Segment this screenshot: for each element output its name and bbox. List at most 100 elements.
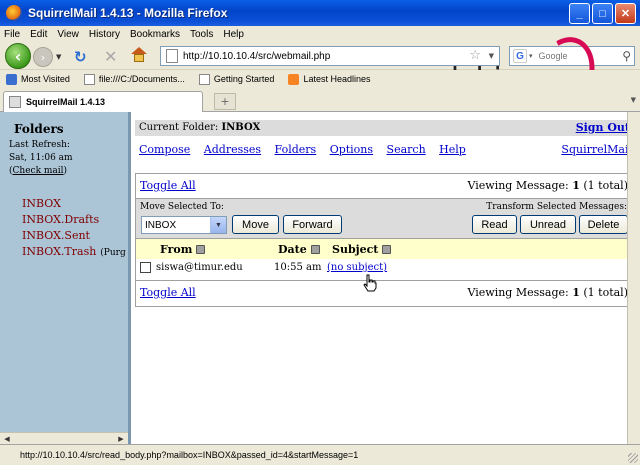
last-refresh-time: Sat, 11:06 am <box>9 153 73 163</box>
history-dropdown-icon[interactable]: ▼ <box>56 53 61 61</box>
menu-edit[interactable]: Edit <box>30 29 47 40</box>
folders-heading: Folders <box>14 122 64 136</box>
resize-grip-icon[interactable] <box>628 453 638 463</box>
viewing-message: Viewing Message: 1 (1 total) <box>467 179 629 192</box>
menu-bookmarks[interactable]: Bookmarks <box>130 29 180 40</box>
folder-sent[interactable]: INBOX.Sent <box>22 228 126 244</box>
message-date: 10:55 am <box>274 262 322 273</box>
toggle-all-link[interactable]: Toggle All <box>140 286 196 299</box>
move-button[interactable]: Move <box>232 215 279 234</box>
folder-inbox[interactable]: INBOX <box>22 196 126 212</box>
subject-column-header[interactable]: Subject <box>332 243 392 256</box>
sign-out-link[interactable]: Sign Out <box>576 121 630 134</box>
page-scrollbar[interactable] <box>627 112 640 444</box>
current-folder-label: Current Folder: <box>139 122 219 133</box>
window-controls: _ □ ✕ <box>569 3 636 24</box>
purge-link[interactable]: (Purg <box>100 248 125 258</box>
squirrelmail-link[interactable]: SquirrelMail <box>561 143 632 156</box>
new-tab-button[interactable]: + <box>214 93 236 110</box>
message-subject-link[interactable]: (no subject) <box>327 262 387 273</box>
menu-bar: File Edit View History Bookmarks Tools H… <box>0 26 640 42</box>
check-mail-wrap: (Check mail) <box>9 166 68 176</box>
bookmark-most-visited[interactable]: Most Visited <box>6 73 70 85</box>
delete-button[interactable]: Delete <box>579 215 628 234</box>
compose-link[interactable]: Compose <box>139 143 190 156</box>
reload-icon[interactable]: ↻ <box>74 48 87 66</box>
page-content: Folders Last Refresh: Sat, 11:06 am (Che… <box>0 112 640 444</box>
select-dropdown-icon[interactable]: ▼ <box>210 217 226 233</box>
menu-history[interactable]: History <box>89 29 120 40</box>
sort-icon[interactable] <box>310 245 320 254</box>
search-link[interactable]: Search <box>387 143 426 156</box>
menu-file[interactable]: File <box>4 29 20 40</box>
mark-read-button[interactable]: Read <box>472 215 517 234</box>
current-folder: Current Folder: INBOX <box>139 122 260 133</box>
menu-help[interactable]: Help <box>223 29 244 40</box>
scroll-right-icon[interactable]: ▶ <box>115 434 127 444</box>
window-title: SquirrelMail 1.4.13 - Mozilla Firefox <box>28 6 228 20</box>
from-column-header[interactable]: From <box>160 243 206 256</box>
folder-trash-row: INBOX.Trash (Purg <box>22 244 126 261</box>
message-checkbox[interactable] <box>140 262 151 273</box>
close-button[interactable]: ✕ <box>615 3 636 24</box>
toggle-row-top: Toggle All Viewing Message: 1 (1 total) <box>136 174 631 199</box>
list-tabs-dropdown-icon[interactable]: ▼ <box>631 96 636 104</box>
bookmark-label: Most Visited <box>21 74 70 84</box>
last-refresh: Last Refresh: Sat, 11:06 am (Check mail) <box>9 139 73 178</box>
bookmark-latest-headlines[interactable]: Latest Headlines <box>288 73 371 85</box>
folders-link[interactable]: Folders <box>275 143 317 156</box>
message-from: siswa@timur.edu <box>156 262 243 273</box>
status-text: http://10.10.10.4/src/read_body.php?mail… <box>20 450 359 460</box>
site-icon <box>166 49 178 63</box>
menu-tools[interactable]: Tools <box>190 29 213 40</box>
url-dropdown-icon[interactable]: ▼ <box>489 52 494 60</box>
scroll-left-icon[interactable]: ◀ <box>1 434 13 444</box>
search-engine-dropdown-icon[interactable]: ▾ <box>529 52 533 60</box>
table-row: siswa@timur.edu 10:55 am (no subject) <box>136 259 631 277</box>
url-text: http://10.10.10.4/src/webmail.php <box>183 50 331 62</box>
bookmark-label: file:///C:/Documents... <box>98 74 185 84</box>
help-link[interactable]: Help <box>439 143 466 156</box>
tab-label: SquirrelMail 1.4.13 <box>26 97 106 107</box>
forward-arrow-icon: › <box>40 50 46 64</box>
forward-message-button[interactable]: Forward <box>283 215 342 234</box>
bookmark-file[interactable]: file:///C:/Documents... <box>83 73 185 85</box>
message-list: Toggle All Viewing Message: 1 (1 total) … <box>135 173 632 307</box>
hand-cursor-icon <box>363 274 377 292</box>
current-folder-bar: Current Folder: INBOX Sign Out <box>135 120 632 136</box>
tab-squirrelmail[interactable]: SquirrelMail 1.4.13 <box>3 91 203 112</box>
target-folder-value: INBOX <box>145 219 177 231</box>
target-folder-select[interactable]: INBOX ▼ <box>141 216 227 234</box>
options-link[interactable]: Options <box>330 143 373 156</box>
menu-view[interactable]: View <box>57 29 79 40</box>
back-arrow-icon: ‹ <box>14 46 22 66</box>
back-button[interactable]: ‹ <box>5 43 31 69</box>
bookmark-star-icon[interactable]: ☆ <box>469 48 481 63</box>
date-column-header[interactable]: Date <box>278 243 320 256</box>
sort-icon[interactable] <box>196 245 206 254</box>
maximize-button[interactable]: □ <box>592 3 613 24</box>
folder-trash[interactable]: INBOX.Trash <box>22 245 96 258</box>
addresses-link[interactable]: Addresses <box>204 143 261 156</box>
toggle-all-link[interactable]: Toggle All <box>140 179 196 192</box>
mark-unread-button[interactable]: Unread <box>520 215 576 234</box>
bookmark-getting-started[interactable]: Getting Started <box>198 73 274 85</box>
minimize-button[interactable]: _ <box>569 3 590 24</box>
check-mail-link[interactable]: Check mail <box>13 166 64 176</box>
home-icon[interactable] <box>130 47 148 63</box>
folder-drafts[interactable]: INBOX.Drafts <box>22 212 126 228</box>
folder-pane-scrollbar[interactable]: ◀ ▶ <box>0 432 128 444</box>
page-icon <box>198 73 210 85</box>
stop-icon[interactable]: ✕ <box>104 47 117 66</box>
bookmark-label: Latest Headlines <box>303 74 371 84</box>
message-list-header: From Date Subject <box>136 239 631 259</box>
google-icon[interactable]: G <box>513 49 527 63</box>
folder-pane: Folders Last Refresh: Sat, 11:06 am (Che… <box>0 112 128 444</box>
rss-icon <box>288 73 300 85</box>
search-icon[interactable]: ⚲ <box>622 49 631 63</box>
sort-icon[interactable] <box>382 245 392 254</box>
current-folder-name: INBOX <box>221 122 261 133</box>
forward-button[interactable]: › <box>33 47 53 67</box>
message-controls: Move Selected To: Transform Selected Mes… <box>136 199 631 239</box>
message-pane: Current Folder: INBOX Sign Out Compose A… <box>131 112 640 444</box>
